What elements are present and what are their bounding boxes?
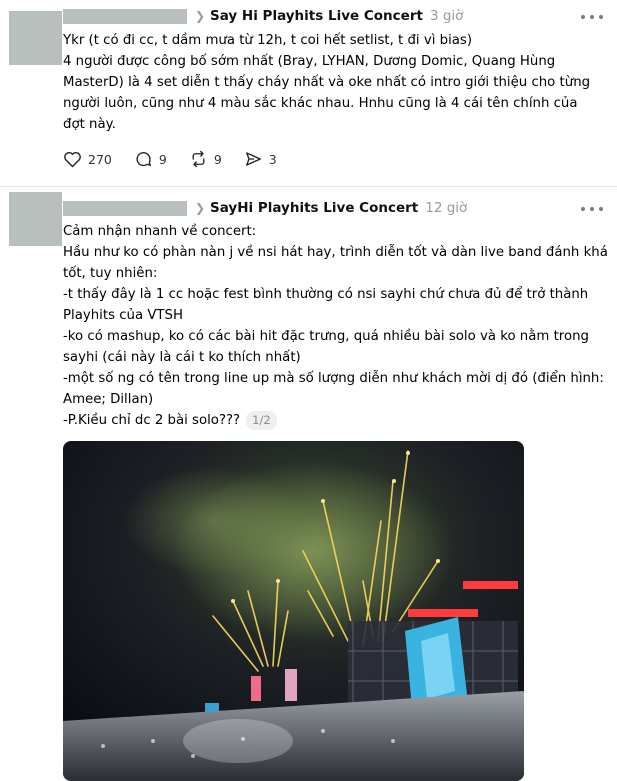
share-button[interactable]: 3	[244, 150, 277, 168]
avatar[interactable]	[9, 11, 62, 65]
post-header: ❯ SayHi Playhits Live Concert 12 giờ	[63, 198, 467, 218]
post-1: ❯ Say Hi Playhits Live Concert 3 giờ Ykr…	[0, 0, 617, 186]
avatar[interactable]	[9, 192, 62, 246]
more-icon[interactable]	[581, 202, 603, 216]
redacted-username[interactable]	[63, 8, 187, 24]
action-bar: 270 9 9 3	[63, 149, 299, 169]
concert-photo[interactable]	[63, 441, 524, 781]
text-line: Cảm nhận nhanh về concert:	[63, 224, 257, 239]
post-time: 3 giờ	[429, 8, 464, 24]
text-line: -một số ng có tên trong line up mà số lư…	[63, 371, 604, 386]
heart-icon	[64, 151, 81, 168]
text-line: 4 người được công bố sớm nhất (Bray, LYH…	[63, 54, 556, 69]
comment-count: 9	[158, 151, 167, 167]
text-line: Playhits của VTSH	[63, 308, 183, 323]
like-button[interactable]: 270	[63, 150, 112, 168]
redacted-username[interactable]	[63, 200, 187, 216]
repost-icon	[192, 150, 205, 168]
text-line: người luôn, cũng như 4 màu sắc khác nhau…	[63, 96, 578, 111]
concert-image	[63, 441, 524, 781]
text-line-last: -P.Kiều chỉ dc 2 bài solo???	[63, 413, 241, 428]
repost-button[interactable]: 9	[189, 150, 222, 168]
more-icon[interactable]	[581, 10, 603, 24]
post-header: ❯ Say Hi Playhits Live Concert 3 giờ	[63, 6, 463, 26]
repost-count: 9	[213, 151, 222, 167]
text-line: Ykr (t có đi cc, t dầm mưa từ 12h, t coi…	[63, 33, 473, 48]
text-line: đợt này.	[63, 117, 116, 132]
text-line: Amee; Dillan)	[63, 392, 154, 407]
like-count: 270	[88, 151, 112, 167]
chevron-right-icon: ❯	[194, 9, 206, 23]
text-line: -P.Kiều chỉ dc 2 bài solo??? 1/2	[63, 410, 611, 431]
comment-button[interactable]: 9	[134, 150, 167, 168]
text-line: tốt, tuy nhiên:	[63, 266, 158, 281]
text-line: MasterD) là 4 set diễn t thấy cháy nhất …	[63, 75, 591, 90]
image-pager: 1/2	[246, 410, 277, 430]
post-text: Ykr (t có đi cc, t dầm mưa từ 12h, t coi…	[63, 30, 611, 135]
topic-link[interactable]: Say Hi Playhits Live Concert	[210, 8, 423, 24]
text-line: sayhi (cái này là cái t ko thích nhất)	[63, 350, 301, 365]
chevron-right-icon: ❯	[194, 201, 206, 215]
post-text: Cảm nhận nhanh về concert: Hầu như ko có…	[63, 221, 611, 431]
text-line: Hầu như ko có phàn nàn j về nsi hát hay,…	[63, 245, 608, 260]
text-line: -ko có mashup, ko có các bài hit đặc trư…	[63, 329, 589, 344]
post-time: 12 giờ	[425, 200, 468, 216]
share-icon	[245, 152, 261, 166]
comment-icon	[136, 152, 151, 167]
topic-link[interactable]: SayHi Playhits Live Concert	[210, 200, 418, 216]
share-count: 3	[268, 151, 277, 167]
text-line: -t thấy đây là 1 cc hoặc fest bình thườn…	[63, 287, 589, 302]
